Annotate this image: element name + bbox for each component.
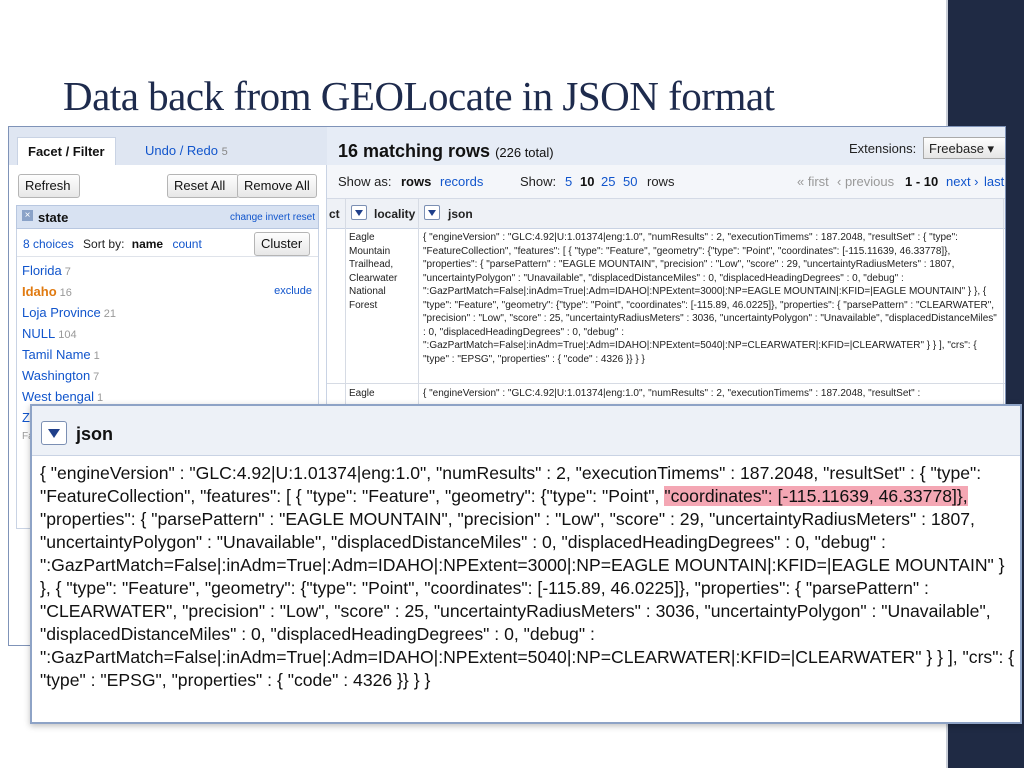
pager-previous[interactable]: ‹ previous [837,174,894,189]
zoomed-json-callout: json { "engineVersion" : "GLC:4.92|U:1.0… [30,404,1022,724]
show-as-records[interactable]: records [440,174,483,189]
refresh-button[interactable]: Refresh [18,174,80,198]
chevron-down-icon [351,205,367,221]
cell-json[interactable]: { "engineVersion" : "GLC:4.92|U:1.01374|… [423,231,1001,381]
column-menu-dropdown[interactable] [424,205,440,221]
facet-choice-count: 1 [93,350,100,362]
pager-range: 1 - 10 [905,174,939,189]
json-text-after: "properties": { "parsePattern" : "EAGLE … [40,509,1015,690]
undo-count: 5 [221,146,228,158]
column-header-locality[interactable]: locality [374,207,415,221]
coordinates-highlight: "coordinates": [-115.11639, 46.33778]}, [664,486,968,506]
facet-choice-label: Tamil Name [22,347,91,362]
facet-choice-label: NULL [22,326,56,341]
facet-choice[interactable]: Loja Province 21 [22,305,116,320]
facet-choice-count: 1 [97,392,104,404]
choices-count-link[interactable]: 8 choices [23,237,74,251]
page-size-50[interactable]: 50 [623,174,637,189]
pager-next[interactable]: next › [946,174,979,189]
matching-rows-count: 16 matching rows [338,141,491,161]
total-rows: (226 total) [495,145,554,160]
pager-first[interactable]: « first [797,174,829,189]
tab-undo-redo-label: Undo / Redo [145,143,218,158]
facet-choice-label: Idaho [22,284,57,299]
zoom-column-label: json [76,424,114,444]
facet-choice-count: 7 [64,266,71,278]
page-size-10[interactable]: 10 [580,174,594,189]
facet-choice[interactable]: Tamil Name 1 [22,347,100,362]
row-divider [327,383,1005,384]
chevron-down-icon [424,205,440,221]
remove-all-button[interactable]: Remove All [237,174,317,198]
tab-facet-filter[interactable]: Facet / Filter [17,137,116,165]
exclude-link[interactable]: exclude [274,285,312,297]
cluster-button[interactable]: Cluster [254,232,310,256]
facet-title: state [38,210,69,225]
rows-word: rows [647,174,675,189]
sort-by-label: Sort by: [83,237,125,251]
column-header-partial: ct [329,207,340,221]
extensions-label: Extensions: [849,141,917,156]
sort-by-count[interactable]: count [172,237,201,251]
sort-by-name[interactable]: name [132,237,163,251]
facet-choice-partial[interactable]: Z [22,410,30,425]
facet-header: × state change invert reset [16,205,319,229]
facet-choice[interactable]: Florida 7 [22,263,71,278]
facet-choice[interactable]: NULL 104 [22,326,77,341]
facet-choice-count: 16 [59,287,72,299]
facet-choice-label: Loja Province [22,305,101,320]
column-header-row: ct locality json [327,199,1005,229]
facet-choice[interactable]: Washington 7 [22,368,99,383]
facet-choice-count: 7 [93,371,100,383]
page-size-25[interactable]: 25 [601,174,615,189]
show-label: Show: [520,174,557,189]
zoom-json-text: { "engineVersion" : "GLC:4.92|U:1.01374|… [40,462,1018,692]
chevron-down-icon[interactable] [41,421,67,445]
show-as-label: Show as: [338,174,392,189]
facet-choice-label: Florida [22,263,62,278]
grid-controls: Show as: rows records Show: 5 10 25 50 r… [327,165,1005,199]
close-icon[interactable]: × [22,210,33,221]
slide-title: Data back from GEOLocate in JSON format [63,73,775,119]
cell-locality[interactable]: Eagle Mountain Trailhead, Clearwater Nat… [349,231,415,379]
facet-choice-count: 21 [103,308,117,320]
extensions-dropdown[interactable]: Freebase ▾ [923,137,1005,159]
column-menu-dropdown[interactable] [351,205,367,221]
pager-last[interactable]: last » [984,174,1005,189]
tab-undo-redo[interactable]: Undo / Redo 5 [135,137,238,165]
matching-rows-title: 16 matching rows (226 total) [338,141,554,162]
facet-choice-label: West bengal [22,389,95,404]
zoom-column-header: json [32,406,1020,456]
column-header-json[interactable]: json [448,207,473,221]
left-tab-bar: Facet / Filter Undo / Redo 5 [9,127,327,165]
page-size-5[interactable]: 5 [565,174,572,189]
show-as-rows[interactable]: rows [401,174,431,189]
reset-all-button[interactable]: Reset All [167,174,239,198]
facet-choice-label: Washington [22,368,91,383]
facet-actions[interactable]: change invert reset [230,212,315,223]
facet-choice-count: 104 [58,329,77,341]
facet-choice[interactable]: West bengal 1 [22,389,103,404]
grid-header: 16 matching rows (226 total) Extensions:… [327,127,1005,165]
facet-choice-selected[interactable]: Idaho 16 [22,284,72,299]
